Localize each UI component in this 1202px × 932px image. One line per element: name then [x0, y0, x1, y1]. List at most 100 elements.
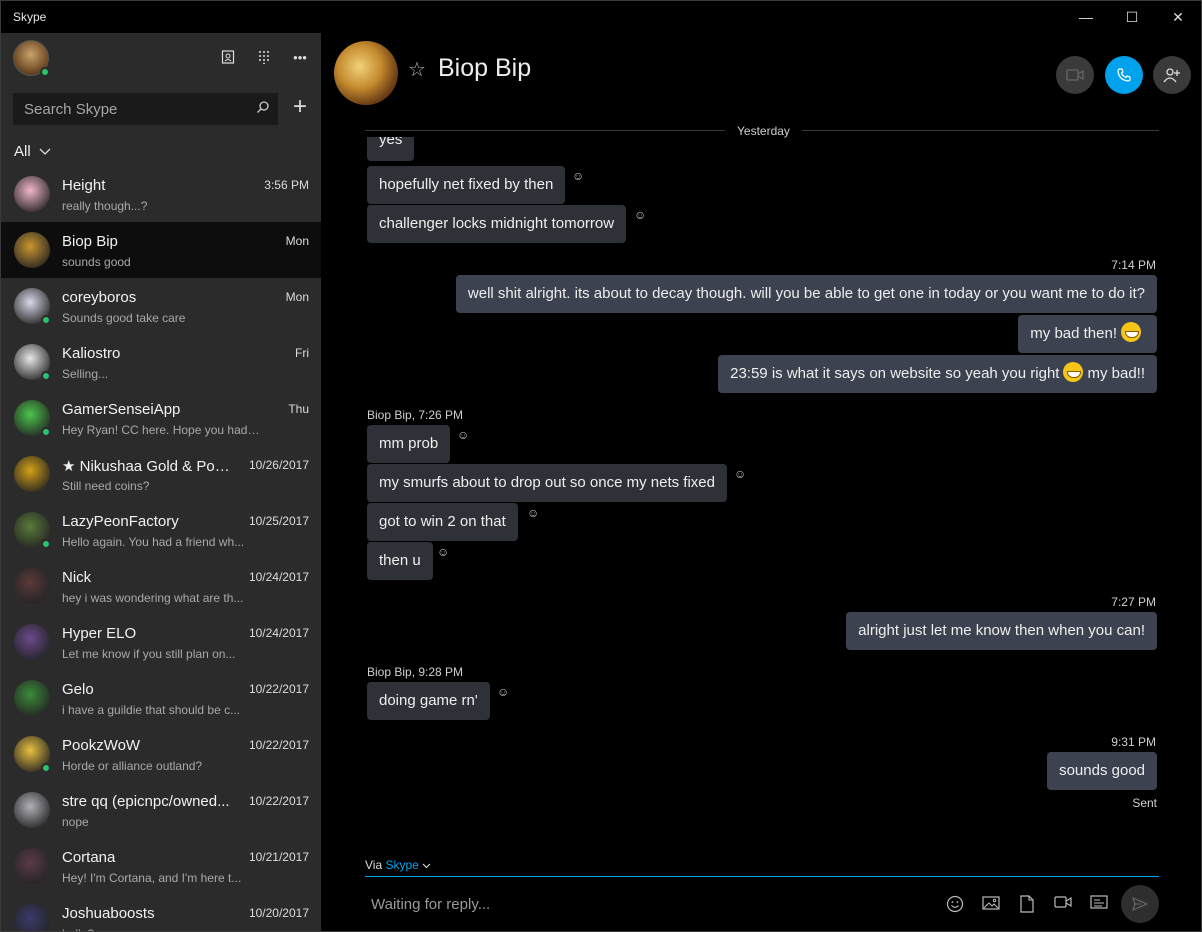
contact-avatar: [14, 456, 50, 492]
video-call-button[interactable]: [1056, 56, 1094, 94]
minimize-button[interactable]: —: [1063, 1, 1109, 33]
sidebar: ••• + All Height really though...? 3:56 PM…: [1, 33, 321, 931]
file-icon[interactable]: [1017, 895, 1037, 915]
video-camera-icon: [1066, 69, 1084, 81]
contact-time: 10/21/2017: [248, 850, 309, 864]
message-input[interactable]: [371, 896, 871, 913]
star-icon[interactable]: ☆: [408, 57, 426, 82]
contact-card-icon[interactable]: [1089, 895, 1109, 915]
message-bubble[interactable]: my bad then!: [1018, 315, 1157, 353]
add-reaction-icon[interactable]: ☺: [457, 428, 469, 442]
chat-title[interactable]: Biop Bip: [438, 54, 531, 83]
add-reaction-icon[interactable]: ☺: [734, 467, 746, 481]
avatar-image: [14, 176, 50, 212]
add-reaction-icon[interactable]: ☺: [527, 506, 539, 520]
message-bubble[interactable]: doing game rn': [367, 682, 490, 720]
contact-last-message: nope: [62, 815, 89, 829]
message-bubble[interactable]: challenger locks midnight tomorrow: [367, 205, 627, 243]
video-message-icon[interactable]: [1053, 895, 1073, 915]
audio-call-button[interactable]: [1105, 56, 1143, 94]
contact-item[interactable]: Nick hey i was wondering what are th... 10…: [1, 558, 321, 614]
message-text: 23:59 is what it says on website so yeah…: [730, 365, 1060, 382]
search-icon[interactable]: [256, 100, 270, 117]
search-input[interactable]: [24, 100, 244, 118]
via-service-link[interactable]: Skype: [385, 858, 418, 872]
image-icon[interactable]: [981, 895, 1001, 915]
message-timestamp: 9:31 PM: [1111, 735, 1156, 749]
avatar-image: [14, 904, 50, 931]
contact-item[interactable]: GamerSenseiApp Hey Ryan! CC here. Hope yo…: [1, 390, 321, 446]
contact-item[interactable]: Cortana Hey! I'm Cortana, and I'm here t.…: [1, 838, 321, 894]
message-text: my bad!!: [1087, 365, 1145, 382]
contact-item[interactable]: Height really though...? 3:56 PM: [1, 166, 321, 222]
new-chat-button[interactable]: +: [289, 95, 311, 119]
message-bubble[interactable]: got to win 2 on that: [367, 503, 518, 541]
contact-time: 10/24/2017: [248, 626, 309, 640]
contact-time: Mon: [285, 290, 309, 304]
message-text: alright just let me know then when you c…: [858, 622, 1145, 639]
contact-item[interactable]: Kaliostro Selling... Fri: [1, 334, 321, 390]
contact-item[interactable]: LazyPeonFactory Hello again. You had a fr…: [1, 502, 321, 558]
contact-item[interactable]: ★ Nikushaa Gold & Pow... Still need coins…: [1, 446, 321, 502]
message-bubble[interactable]: my smurfs about to drop out so once my n…: [367, 464, 727, 502]
contact-name: Nick: [62, 569, 92, 586]
contact-last-message: sounds good: [62, 255, 131, 269]
contact-item[interactable]: Joshuaboosts hello? 10/20/2017: [1, 894, 321, 931]
message-bubble[interactable]: alright just let me know then when you c…: [846, 612, 1157, 650]
grinning-emoji-icon: [1121, 322, 1141, 343]
message-bubble[interactable]: then u: [367, 542, 433, 580]
chat-avatar[interactable]: [334, 41, 398, 105]
online-status-dot: [40, 67, 50, 77]
maximize-button[interactable]: ☐: [1109, 1, 1155, 33]
add-reaction-icon[interactable]: ☺: [497, 685, 509, 699]
add-reaction-icon[interactable]: ☺: [634, 208, 646, 222]
contact-name: Biop Bip: [62, 233, 118, 250]
window-title: Skype: [13, 10, 47, 24]
via-selector[interactable]: Via Skype: [365, 858, 431, 872]
contact-item[interactable]: Gelo i have a guildie that should be c...…: [1, 670, 321, 726]
send-button[interactable]: [1121, 885, 1159, 923]
close-button[interactable]: ✕: [1155, 1, 1201, 33]
filter-dropdown[interactable]: All: [14, 143, 51, 160]
message-bubble[interactable]: mm prob: [367, 425, 451, 463]
contacts-icon[interactable]: [218, 47, 238, 67]
contact-time: 10/25/2017: [248, 514, 309, 528]
contact-name: LazyPeonFactory: [62, 513, 179, 530]
message-text: doing game rn': [379, 692, 478, 709]
contact-time: Fri: [295, 346, 309, 360]
message-text: well shit alright. its about to decay th…: [467, 285, 1145, 302]
contact-time: 10/26/2017: [248, 458, 309, 472]
contact-item[interactable]: Hyper ELO Let me know if you still plan o…: [1, 614, 321, 670]
send-icon: [1132, 897, 1148, 911]
skype-window: Skype — ☐ ✕ ••• + All Height really thoug…: [0, 0, 1202, 932]
message-bubble[interactable]: yes: [367, 137, 415, 161]
add-reaction-icon[interactable]: ☺: [437, 545, 449, 559]
contact-item[interactable]: Biop Bip sounds good Mon: [1, 222, 321, 278]
contact-last-message: Still need coins?: [62, 479, 150, 493]
add-people-button[interactable]: [1153, 56, 1191, 94]
message-bubble[interactable]: hopefully net fixed by then: [367, 166, 566, 204]
message-list[interactable]: yes hopefully net fixed by then ☺ challe…: [321, 137, 1201, 817]
contact-time: Mon: [285, 234, 309, 248]
my-avatar[interactable]: [13, 40, 50, 77]
avatar-image: [14, 456, 50, 492]
contact-avatar: [14, 848, 50, 884]
emoji-icon[interactable]: [945, 895, 965, 915]
search-box[interactable]: [13, 93, 278, 125]
contact-name: GamerSenseiApp: [62, 401, 181, 418]
contact-item[interactable]: coreyboros Sounds good take care Mon: [1, 278, 321, 334]
contact-last-message: Hey Ryan! CC here. Hope you had a gr...: [62, 423, 262, 437]
more-options-icon[interactable]: •••: [290, 47, 310, 67]
message-bubble[interactable]: 23:59 is what it says on website so yeah…: [718, 355, 1157, 393]
contact-last-message: Let me know if you still plan on...: [62, 647, 236, 661]
message-bubble[interactable]: sounds good: [1047, 752, 1157, 790]
contact-name: PookzWoW: [62, 737, 141, 754]
dialpad-icon[interactable]: [254, 47, 274, 67]
avatar-image: [14, 792, 50, 828]
contact-item[interactable]: PookzWoW Horde or alliance outland? 10/22/…: [1, 726, 321, 782]
add-reaction-icon[interactable]: ☺: [572, 169, 584, 183]
contact-avatar: [14, 512, 51, 549]
contact-item[interactable]: stre qq (epicnpc/owned... nope 10/22/2017: [1, 782, 321, 838]
message-bubble[interactable]: well shit alright. its about to decay th…: [455, 275, 1157, 313]
contact-name: ★ Nikushaa Gold & Pow...: [62, 458, 237, 475]
